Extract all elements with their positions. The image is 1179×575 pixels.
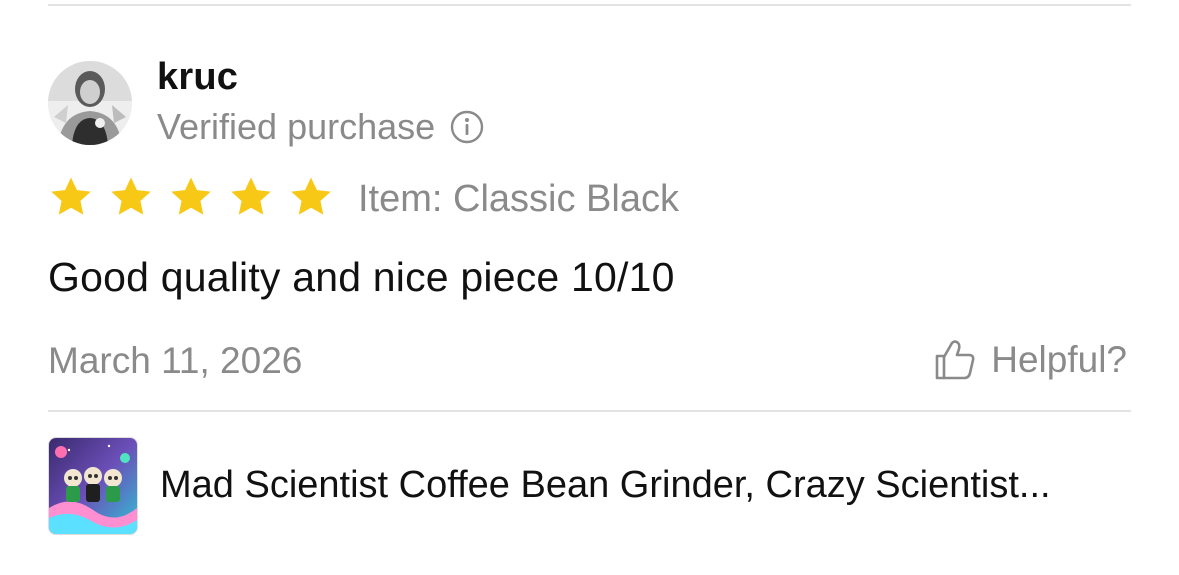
avatar-image — [48, 61, 132, 145]
review-date: March 11, 2026 — [48, 340, 303, 381]
variant-label: Item: Classic Black — [358, 178, 679, 220]
section-divider — [48, 410, 1131, 412]
review-card: kruc Verified purchase Item: Classic Bla… — [0, 0, 1179, 575]
info-icon[interactable] — [449, 109, 485, 145]
star-icon — [168, 174, 214, 220]
star-icon — [228, 174, 274, 220]
thumbs-up-icon — [931, 336, 979, 384]
product-thumbnail[interactable] — [48, 437, 138, 535]
helpful-button[interactable]: Helpful? — [931, 336, 1127, 384]
product-title-link[interactable]: Mad Scientist Coffee Bean Grinder, Crazy… — [160, 464, 1120, 507]
star-icon — [288, 174, 334, 220]
verified-purchase-label: Verified purchase — [157, 106, 436, 147]
star-icon — [48, 174, 94, 220]
avatar[interactable] — [48, 61, 132, 145]
product-image — [49, 438, 137, 534]
star-icon — [108, 174, 154, 220]
rating-row: Item: Classic Black — [48, 174, 679, 225]
top-divider — [48, 4, 1131, 6]
review-text: Good quality and nice piece 10/10 — [48, 254, 675, 300]
reviewer-name: kruc — [157, 56, 239, 98]
verified-purchase-row: Verified purchase — [157, 106, 485, 148]
helpful-label: Helpful? — [991, 339, 1127, 380]
star-rating — [48, 174, 348, 225]
